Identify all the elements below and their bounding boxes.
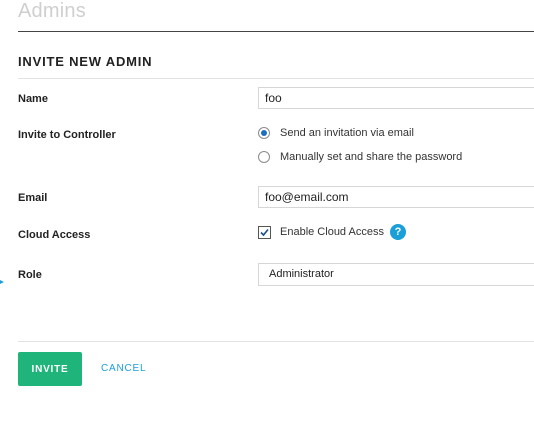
email-label: Email (18, 192, 48, 204)
radio-button-selected[interactable] (258, 127, 270, 139)
help-icon[interactable]: ? (389, 224, 406, 240)
page-title: Admins (18, 0, 86, 22)
checkmark-icon (260, 228, 269, 236)
section-divider (18, 78, 534, 79)
email-input[interactable] (258, 186, 534, 208)
radio-manual-password-label: Manually set and share the password (280, 151, 463, 163)
invite-button[interactable]: INVITE (18, 352, 82, 386)
enable-cloud-access-label: Enable Cloud Access (280, 226, 384, 238)
radio-manual-password[interactable]: Manually set and share the password (258, 150, 462, 164)
radio-send-invitation-label: Send an invitation via email (280, 127, 414, 139)
enable-cloud-access-option[interactable]: Enable Cloud Access ? (258, 224, 406, 240)
invite-to-controller-label: Invite to Controller (18, 129, 116, 141)
cloud-access-label: Cloud Access (18, 229, 91, 241)
footer-divider (18, 341, 534, 342)
role-label: Role (18, 269, 42, 281)
role-select[interactable]: Administrator (258, 263, 534, 286)
section-title: INVITE NEW ADMIN (18, 54, 153, 69)
radio-button[interactable] (258, 151, 270, 163)
cancel-button[interactable]: CANCEL (101, 363, 146, 375)
radio-send-invitation[interactable]: Send an invitation via email (258, 126, 414, 140)
edge-marker (0, 280, 4, 284)
enable-cloud-access-checkbox[interactable] (258, 225, 271, 239)
title-divider (18, 31, 534, 32)
name-label: Name (18, 93, 48, 105)
name-input[interactable] (258, 87, 534, 109)
